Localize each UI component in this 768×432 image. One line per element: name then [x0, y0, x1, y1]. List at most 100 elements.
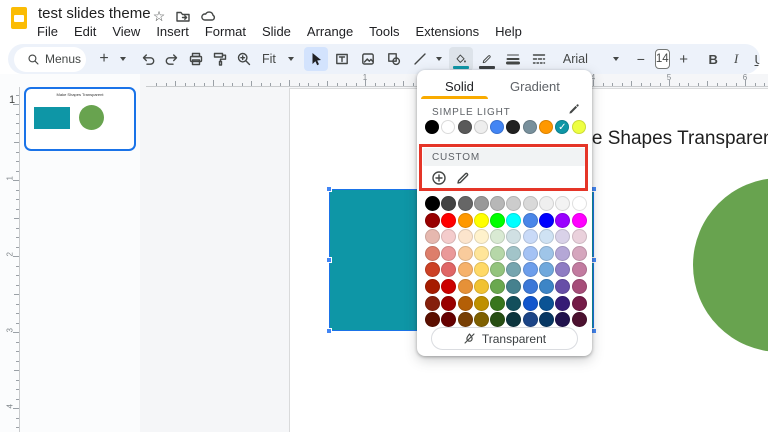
theme-color-swatch[interactable]	[473, 120, 488, 134]
print-button[interactable]	[184, 47, 208, 71]
palette-color-swatch[interactable]	[539, 312, 555, 328]
palette-color-swatch[interactable]	[571, 312, 587, 328]
palette-color-swatch[interactable]	[425, 278, 440, 294]
document-title[interactable]: test slides theme	[38, 5, 151, 22]
palette-color-swatch[interactable]	[522, 196, 538, 211]
palette-color-swatch[interactable]	[522, 262, 538, 278]
menu-item-arrange[interactable]: Arrange	[307, 24, 353, 39]
palette-color-swatch[interactable]	[539, 295, 555, 311]
palette-color-swatch[interactable]	[441, 278, 457, 294]
insert-image-button[interactable]	[356, 47, 380, 71]
insert-line-button[interactable]	[408, 47, 432, 71]
palette-color-swatch[interactable]	[457, 262, 473, 278]
palette-color-swatch[interactable]	[571, 262, 587, 278]
palette-color-swatch[interactable]	[506, 262, 522, 278]
palette-color-swatch[interactable]	[506, 295, 522, 311]
palette-color-swatch[interactable]	[555, 229, 571, 245]
palette-color-swatch[interactable]	[425, 212, 440, 228]
palette-color-swatch[interactable]	[457, 245, 473, 261]
menu-item-edit[interactable]: Edit	[74, 24, 96, 39]
palette-color-swatch[interactable]	[425, 262, 440, 278]
palette-color-swatch[interactable]	[425, 245, 440, 261]
menu-item-extensions[interactable]: Extensions	[416, 24, 480, 39]
italic-button[interactable]: I	[725, 47, 748, 71]
palette-color-swatch[interactable]	[473, 262, 489, 278]
menu-item-help[interactable]: Help	[495, 24, 522, 39]
palette-color-swatch[interactable]	[539, 262, 555, 278]
palette-color-swatch[interactable]	[441, 245, 457, 261]
palette-color-swatch[interactable]	[506, 312, 522, 328]
palette-color-swatch[interactable]	[490, 312, 506, 328]
palette-color-swatch[interactable]	[522, 245, 538, 261]
theme-color-swatch[interactable]	[441, 120, 456, 134]
palette-color-swatch[interactable]	[441, 229, 457, 245]
palette-color-swatch[interactable]	[441, 196, 457, 211]
zoom-button[interactable]	[232, 47, 256, 71]
theme-color-swatch[interactable]	[457, 120, 472, 134]
palette-color-swatch[interactable]	[473, 196, 489, 211]
palette-color-swatch[interactable]	[441, 262, 457, 278]
palette-color-swatch[interactable]	[490, 278, 506, 294]
palette-color-swatch[interactable]	[490, 295, 506, 311]
font-size-decrease-button[interactable]: −	[629, 47, 653, 71]
palette-color-swatch[interactable]	[441, 295, 457, 311]
palette-color-swatch[interactable]	[425, 295, 440, 311]
border-color-button[interactable]	[475, 47, 499, 71]
cloud-status-icon[interactable]	[199, 7, 217, 25]
menu-item-insert[interactable]: Insert	[156, 24, 189, 39]
theme-color-swatch[interactable]	[522, 120, 537, 134]
palette-color-swatch[interactable]	[555, 278, 571, 294]
palette-color-swatch[interactable]	[425, 229, 440, 245]
menu-item-slide[interactable]: Slide	[262, 24, 291, 39]
palette-color-swatch[interactable]	[555, 196, 571, 211]
theme-color-swatch[interactable]	[490, 120, 505, 134]
palette-color-swatch[interactable]	[425, 312, 440, 328]
zoom-fit-chevron-icon[interactable]	[287, 57, 294, 61]
resize-handle[interactable]	[326, 257, 332, 263]
line-chevron-icon[interactable]	[435, 57, 442, 61]
border-dash-button[interactable]	[527, 47, 551, 71]
palette-color-swatch[interactable]	[457, 196, 473, 211]
add-custom-color-icon[interactable]	[431, 170, 447, 186]
palette-color-swatch[interactable]	[555, 262, 571, 278]
paint-format-button[interactable]	[208, 47, 232, 71]
palette-color-swatch[interactable]	[555, 295, 571, 311]
bold-button[interactable]: B	[702, 47, 725, 71]
new-slide-chevron-icon[interactable]	[120, 57, 126, 61]
palette-color-swatch[interactable]	[441, 212, 457, 228]
palette-color-swatch[interactable]	[506, 229, 522, 245]
palette-color-swatch[interactable]	[490, 196, 506, 211]
tab-solid[interactable]: Solid	[445, 79, 474, 94]
select-tool-button[interactable]	[303, 47, 328, 71]
theme-color-swatch[interactable]	[425, 120, 439, 134]
palette-color-swatch[interactable]	[473, 295, 489, 311]
resize-handle[interactable]	[326, 328, 332, 334]
palette-color-swatch[interactable]	[506, 212, 522, 228]
slide-thumbnail[interactable]: Make Shapes Transparent	[24, 87, 136, 151]
redo-button[interactable]	[160, 47, 184, 71]
underline-button[interactable]: U	[748, 47, 760, 71]
font-family-chevron-icon[interactable]	[612, 57, 619, 61]
palette-color-swatch[interactable]	[522, 229, 538, 245]
move-folder-icon[interactable]	[174, 7, 192, 25]
theme-color-swatch[interactable]: ✓	[555, 120, 570, 134]
resize-handle[interactable]	[326, 186, 332, 192]
palette-color-swatch[interactable]	[473, 212, 489, 228]
theme-color-swatch[interactable]	[506, 120, 521, 134]
palette-color-swatch[interactable]	[555, 212, 571, 228]
menu-item-tools[interactable]: Tools	[369, 24, 399, 39]
palette-color-swatch[interactable]	[457, 212, 473, 228]
palette-color-swatch[interactable]	[473, 278, 489, 294]
palette-color-swatch[interactable]	[457, 312, 473, 328]
font-size-input[interactable]: 14	[654, 49, 670, 69]
palette-color-swatch[interactable]	[539, 196, 555, 211]
palette-color-swatch[interactable]	[473, 312, 489, 328]
transparent-button[interactable]: Transparent	[431, 327, 578, 350]
font-family-select[interactable]: Arial	[557, 47, 601, 71]
palette-color-swatch[interactable]	[571, 295, 587, 311]
palette-color-swatch[interactable]	[571, 196, 587, 211]
palette-color-swatch[interactable]	[539, 278, 555, 294]
slides-logo-icon[interactable]	[11, 7, 27, 29]
theme-color-swatch[interactable]	[539, 120, 554, 134]
text-box-button[interactable]	[330, 47, 354, 71]
